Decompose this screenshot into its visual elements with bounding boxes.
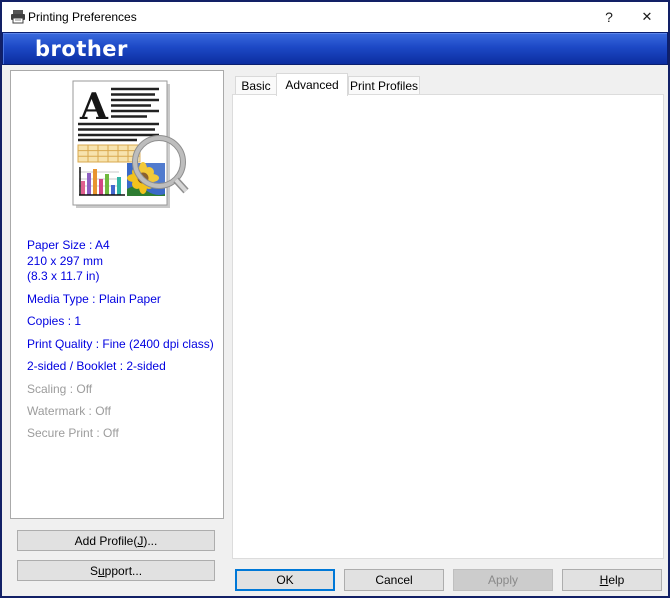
brand-band: brother	[2, 32, 668, 65]
summary-watermark: Watermark : Off	[27, 404, 111, 418]
title-bar: Printing Preferences ? ✕	[2, 2, 668, 32]
support-button[interactable]: Support...	[17, 560, 215, 581]
summary-paper-in: (8.3 x 11.7 in)	[27, 269, 99, 283]
svg-text:A: A	[79, 86, 109, 128]
summary-paper-mm: 210 x 297 mm	[27, 254, 103, 268]
help-titlebar-button[interactable]: ?	[594, 2, 624, 32]
printing-preferences-dialog: Printing Preferences ? ✕ brother A	[0, 0, 670, 598]
ok-button[interactable]: OK	[235, 569, 335, 591]
tab-basic[interactable]: Basic	[235, 76, 277, 95]
summary-media-type: Media Type : Plain Paper	[27, 292, 161, 306]
apply-button: Apply	[453, 569, 553, 591]
summary-scaling: Scaling : Off	[27, 382, 92, 396]
tab-advanced[interactable]: Advanced	[276, 73, 348, 96]
add-profile-button[interactable]: Add Profile(J)...	[17, 530, 215, 551]
brother-logo: brother	[35, 37, 128, 61]
tab-print-profiles[interactable]: Print Profiles	[348, 76, 420, 95]
summary-copies: Copies : 1	[27, 314, 81, 328]
summary-2sided: 2-sided / Booklet : 2-sided	[27, 359, 166, 373]
summary-print-quality: Print Quality : Fine (2400 dpi class)	[27, 337, 214, 351]
print-summary-panel: A	[10, 70, 224, 519]
advanced-tab-page	[232, 94, 664, 559]
document-preview-image: A	[67, 77, 197, 211]
printer-icon	[10, 10, 26, 24]
summary-paper-size: Paper Size : A4	[27, 238, 110, 252]
close-button[interactable]: ✕	[632, 2, 662, 32]
help-button[interactable]: Help	[562, 569, 662, 591]
cancel-button[interactable]: Cancel	[344, 569, 444, 591]
summary-secure-print: Secure Print : Off	[27, 426, 119, 440]
window-title: Printing Preferences	[28, 10, 137, 24]
